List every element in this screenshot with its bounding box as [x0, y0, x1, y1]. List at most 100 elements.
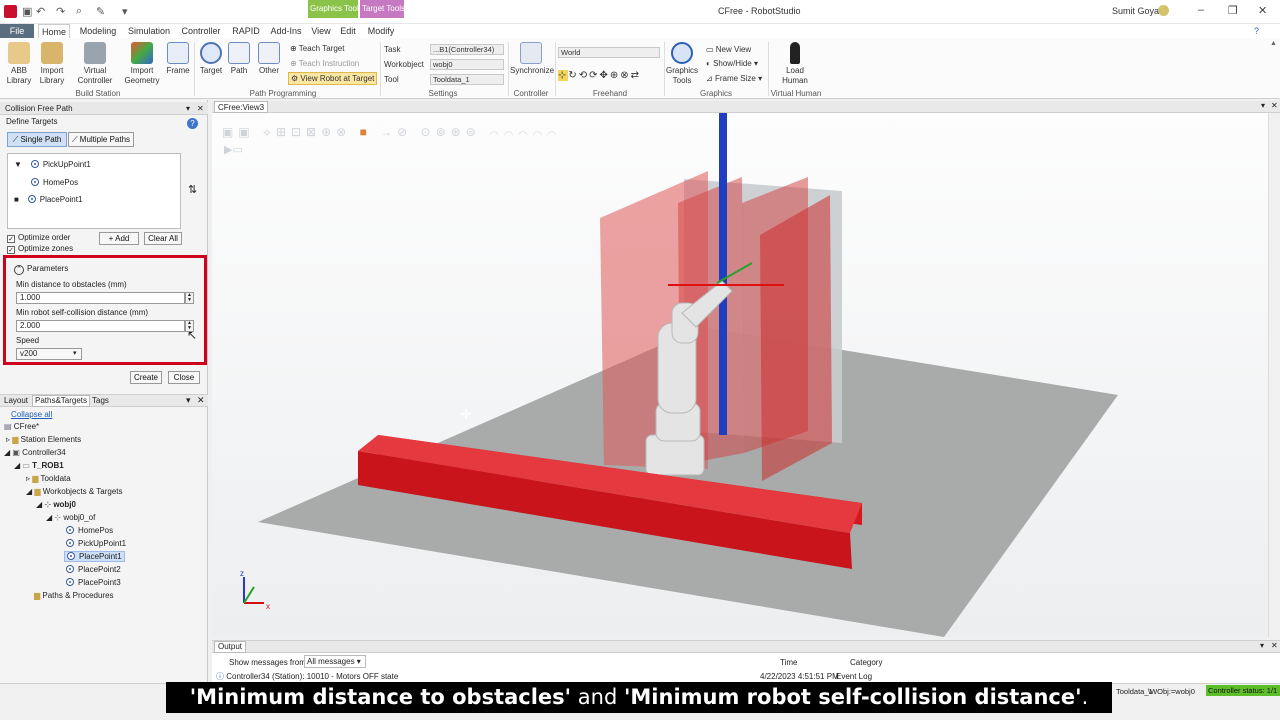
tree-node-tooldata[interactable]: ▹ ▆ Tooldata — [26, 474, 71, 483]
tab-view3[interactable]: CFree:View3 — [214, 101, 269, 113]
checkbox-icon[interactable]: ✓ — [7, 246, 15, 254]
show-messages-select[interactable]: All messages ▾ — [304, 655, 366, 668]
load-human-button[interactable]: Load Human — [778, 42, 812, 86]
user-name[interactable]: Sumit Goyal — [1112, 6, 1161, 16]
close-button[interactable]: Close — [168, 371, 200, 384]
tree-node-wobj0[interactable]: ◢ ⊹ wobj0 — [36, 500, 76, 509]
tab-controller[interactable]: Controller — [178, 24, 224, 38]
close-view-icon[interactable]: ✕ — [1271, 101, 1278, 110]
tab-rapid[interactable]: RAPID — [230, 24, 262, 38]
context-tab-target-tools[interactable]: Target Tools — [360, 0, 404, 18]
task-select[interactable]: ...B1(Controller34) — [430, 44, 504, 55]
close-panel-icon[interactable]: ✕ — [197, 102, 204, 115]
context-tab-graphics-tools[interactable]: Graphics Tools — [308, 0, 358, 18]
tab-output[interactable]: Output — [214, 641, 247, 653]
controller-status-badge[interactable]: Controller status: 1/1 — [1206, 685, 1280, 696]
tree-node-workobjects[interactable]: ◢ ▆ Workobjects & Targets — [26, 487, 123, 496]
select-mode-icon[interactable]: ⊹ — [558, 70, 569, 81]
reorder-icon[interactable]: ⇅ — [188, 183, 197, 196]
close-icon[interactable]: ✕ — [1258, 4, 1267, 17]
tree-node-paths[interactable]: ▆ Paths & Procedures — [34, 591, 114, 600]
abb-library-button[interactable]: ABB Library — [4, 42, 34, 86]
tab-simulation[interactable]: Simulation — [126, 24, 172, 38]
redo-icon[interactable]: ↷ — [56, 5, 65, 18]
tree-node-controller[interactable]: ◢ ▣ Controller34 — [4, 448, 66, 457]
list-item[interactable]: ▼ PickUpPoint1 — [14, 160, 91, 169]
synchronize-button[interactable]: Synchronize — [510, 42, 554, 76]
tab-paths-targets[interactable]: Paths&Targets — [32, 395, 91, 407]
parameters-toggle[interactable]: ⌃ Parameters — [14, 264, 68, 275]
tree-node-target[interactable]: PlacePoint2 — [66, 565, 121, 574]
tab-file[interactable]: File — [0, 24, 34, 38]
collapse-icon[interactable]: ⌃ — [14, 265, 24, 275]
zoom-icon[interactable]: ⌕ — [76, 5, 82, 18]
min-self-collision-input[interactable]: 2.000 — [16, 320, 185, 332]
min-obstacle-input[interactable]: 1.000 — [16, 292, 185, 304]
3d-viewport[interactable]: ▣▣ ⟡⊞⊡⊠⊕⊗ ■ →⊘ ⊙⊚⊛⊜ ⌒⌒⌒⌒⌒ ▶▭ ✛ z x — [212, 113, 1278, 637]
import-library-button[interactable]: Import Library — [38, 42, 66, 86]
close-panel-icon[interactable]: ✕ — [1271, 641, 1278, 650]
create-button[interactable]: Create — [130, 371, 162, 384]
optimize-zones-checkbox[interactable]: ✓ Optimize zones — [7, 244, 73, 254]
target-button[interactable]: Target — [198, 42, 224, 76]
tree-node-station[interactable]: ▤ CFree* — [4, 422, 39, 431]
import-geometry-button[interactable]: Import Geometry — [122, 42, 162, 86]
save-icon[interactable]: ▣ — [22, 5, 32, 18]
virtual-controller-button[interactable]: Virtual Controller — [74, 42, 116, 86]
column-category[interactable]: Category — [850, 658, 882, 667]
undo-icon[interactable]: ↶ — [36, 5, 45, 18]
reference-frame-select[interactable]: World — [558, 47, 660, 58]
pin-icon[interactable]: ▾ — [186, 395, 191, 406]
tab-layout[interactable]: Layout — [2, 396, 30, 405]
frame-size-button[interactable]: ⊿ Frame Size ▾ — [706, 74, 762, 83]
teach-target-button[interactable]: ⊕ Teach Target — [290, 44, 344, 53]
teach-instruction-button[interactable]: ⊕ Teach Instruction — [290, 59, 359, 68]
tree-node-target[interactable]: PickUpPoint1 — [66, 539, 126, 548]
viewport-scrollbar[interactable] — [1268, 113, 1278, 637]
tab-tags[interactable]: Tags — [90, 396, 111, 405]
customize-icon[interactable]: ▾ — [122, 5, 128, 18]
frame-button[interactable]: Frame — [166, 42, 190, 76]
tree-node-target[interactable]: HomePos — [66, 526, 113, 535]
graphics-tools-button[interactable]: Graphics Tools — [666, 42, 698, 86]
add-button[interactable]: + Add — [99, 232, 139, 245]
tool-select[interactable]: Tooldata_1 — [430, 74, 504, 85]
help-icon[interactable]: ? — [1254, 26, 1259, 36]
multiple-paths-button[interactable]: ⟋ Multiple Paths — [68, 132, 134, 147]
tab-modeling[interactable]: Modeling — [76, 24, 120, 38]
path-button[interactable]: Path — [228, 42, 250, 76]
tree-node-target-selected[interactable]: PlacePoint1 — [64, 551, 125, 562]
tab-edit[interactable]: Edit — [336, 24, 360, 38]
speed-select[interactable]: v200 ▾ — [16, 348, 82, 360]
list-item[interactable]: HomePos — [31, 178, 78, 187]
tree-node-task[interactable]: ◢ ▭ T_ROB1 — [14, 461, 64, 470]
other-button[interactable]: Other — [256, 42, 282, 76]
tab-home[interactable]: Home — [38, 24, 70, 38]
column-time[interactable]: Time — [780, 658, 797, 667]
target-list[interactable]: ▼ PickUpPoint1 HomePos ■ PlacePoint1 — [7, 153, 181, 229]
optimize-order-checkbox[interactable]: ✓ Optimize order — [7, 233, 70, 243]
output-row[interactable]: ⓘ Controller34 (Station): 10010 - Motors… — [216, 671, 398, 682]
collapse-all-link[interactable]: Collapse all — [11, 410, 52, 419]
tab-view[interactable]: View — [308, 24, 334, 38]
show-hide-button[interactable]: ◐ Show/Hide ▾ — [706, 59, 758, 68]
freehand-tools[interactable]: ⊹↻⟲⟳✥⊕⊗⇄ — [558, 70, 641, 81]
tab-modify[interactable]: Modify — [364, 24, 398, 38]
minimize-icon[interactable]: – — [1198, 4, 1204, 16]
tree-node-target[interactable]: PlacePoint3 — [66, 578, 121, 587]
tab-add-ins[interactable]: Add-Ins — [268, 24, 304, 38]
avatar[interactable] — [1158, 5, 1169, 16]
list-item[interactable]: ■ PlacePoint1 — [14, 195, 82, 204]
collapse-ribbon-icon[interactable]: ▲ — [1270, 40, 1277, 47]
pen-icon[interactable]: ✎ — [96, 5, 105, 18]
new-view-button[interactable]: ▭ New View — [706, 45, 751, 54]
tree-node-station-elements[interactable]: ▹ ▆ Station Elements — [6, 435, 81, 444]
close-view-icon[interactable]: ▾ — [1261, 101, 1265, 110]
single-path-button[interactable]: ⟋ Single Path — [7, 132, 67, 147]
min-obstacle-stepper[interactable]: ▲ ▼ — [185, 292, 194, 304]
pin-icon[interactable]: ▾ — [186, 102, 190, 115]
pin-icon[interactable]: ▾ — [1260, 641, 1264, 650]
help-icon[interactable]: ? — [187, 118, 198, 129]
checkbox-icon[interactable]: ✓ — [7, 235, 15, 243]
clear-all-button[interactable]: Clear All — [144, 232, 182, 245]
